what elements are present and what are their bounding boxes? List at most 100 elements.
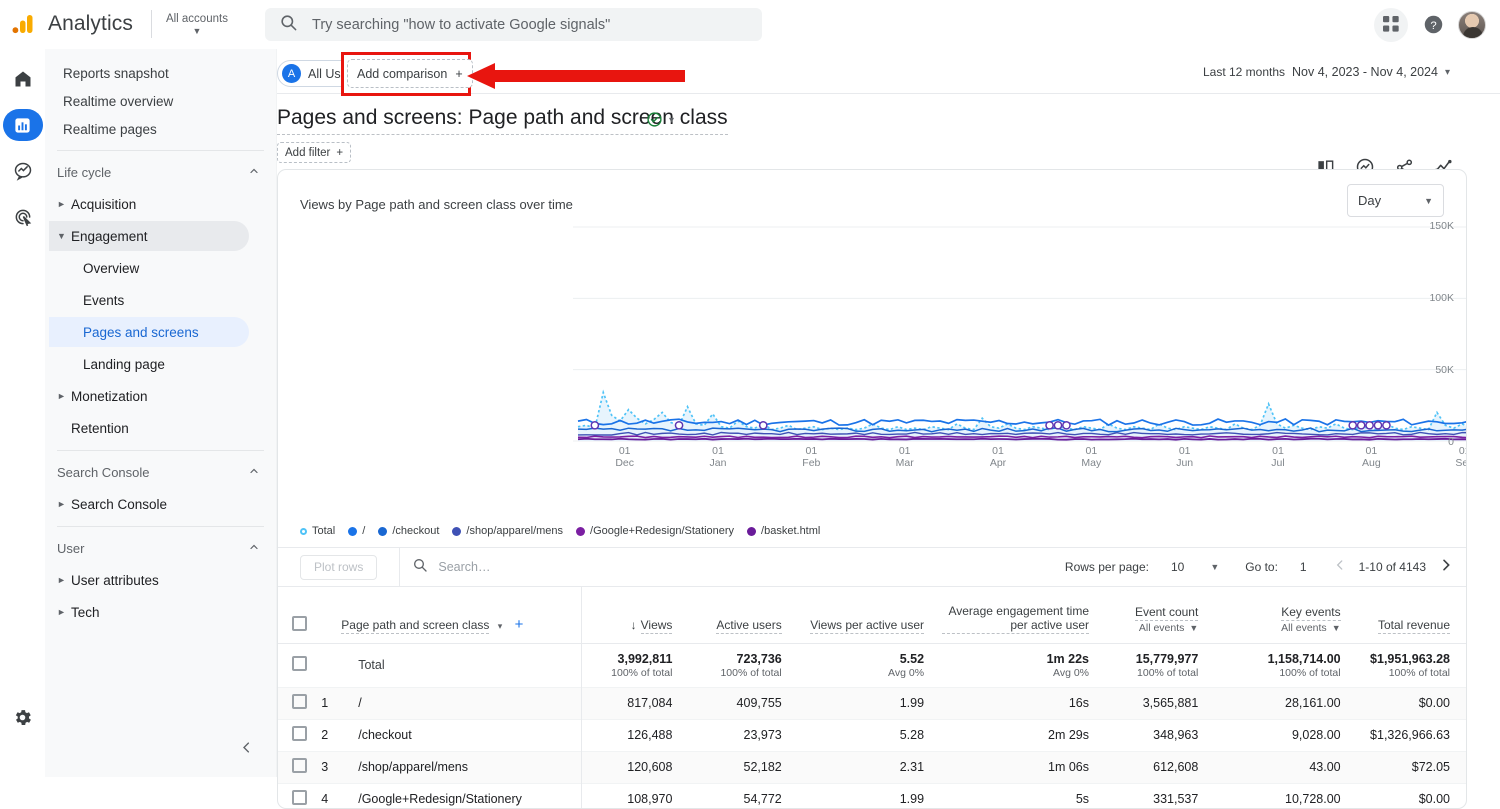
timeseries-chart[interactable]: 150K 100K 50K 0 01Dec01Jan01Feb01Mar01Ap… [278,225,1467,455]
next-page-button[interactable] [1438,557,1454,578]
x-tick-month: Mar [896,457,914,469]
account-selector[interactable]: All accounts ▼ [166,13,228,36]
column-header-views-per-active-user[interactable]: Views per active user [800,587,942,643]
row-dimension: /Google+Redesign/Stationery [352,783,581,809]
sidebar-item-label: Engagement [71,229,148,244]
column-header-event-count[interactable]: Event count All events▼ [1107,587,1216,643]
row-checkbox[interactable] [292,656,307,671]
sidebar-item-monetization[interactable]: ► Monetization [49,381,249,411]
google-analytics-logo [0,12,46,36]
column-header-key-events[interactable]: Key events All events▼ [1216,587,1358,643]
legend-item[interactable]: /basket.html [747,525,820,537]
dimension-header-cell: Page path and screen class ▾ + [321,587,581,643]
triangle-right-icon: ► [57,607,71,617]
table-row[interactable]: 2/checkout126,48823,9735.282m 29s348,963… [278,719,1467,751]
sidebar-item-label: Realtime pages [63,122,157,137]
sidebar-item-overview[interactable]: Overview [49,253,249,283]
add-comparison-button[interactable]: Add comparison + [347,59,473,88]
column-header-views[interactable]: ↓Views [581,587,690,643]
sidebar-group-life-cycle[interactable]: Life cycle [45,157,276,187]
reports-icon[interactable] [3,109,43,141]
cell-value: 1,158,714.00 [1268,652,1341,666]
total-cell: $1,951,963.28100% of total [1359,643,1467,687]
sidebar-item-user-attributes[interactable]: ► User attributes [49,565,249,595]
sidebar-item-engagement[interactable]: ▼ Engagement [49,221,249,251]
check-circle-icon[interactable] [646,111,663,133]
legend-item[interactable]: /shop/apparel/mens [452,525,563,537]
add-filter-button[interactable]: Add filter + [277,142,351,163]
legend-label: /basket.html [761,525,820,537]
dimension-header-label[interactable]: Page path and screen class [341,618,489,634]
sidebar: Reports snapshot Realtime overview Realt… [45,49,277,777]
sidebar-item-realtime-overview[interactable]: Realtime overview [51,87,270,115]
table-row[interactable]: 1/817,084409,7551.9916s3,565,88128,161.0… [278,687,1467,719]
chevron-down-icon[interactable]: ▼ [1189,623,1198,633]
legend-item[interactable]: Total [300,525,335,537]
gear-icon[interactable] [3,701,43,733]
legend-item[interactable]: /checkout [378,525,439,537]
chevron-down-icon[interactable]: ▼ [1210,562,1219,572]
dimension-dropdown-caret[interactable]: ▾ [498,621,503,631]
table-row[interactable]: 4/Google+Redesign/Stationery108,97054,77… [278,783,1467,809]
column-label: Event count [1135,605,1198,621]
table-row[interactable]: 3/shop/apparel/mens120,60852,1822.311m 0… [278,751,1467,783]
x-tick-day: 01 [1459,445,1467,457]
x-tick-label: 01Sep [1445,445,1467,469]
x-tick-month: May [1081,457,1101,469]
home-icon[interactable] [3,63,43,95]
legend-item[interactable]: /Google+Redesign/Stationery [576,525,734,537]
column-header-active-users[interactable]: Active users [690,587,799,643]
row-metric: 2.31 [800,751,942,783]
column-header-avg-engagement-time[interactable]: Average engagement time per active user [942,587,1107,643]
cell-subvalue: 100% of total [1359,667,1450,679]
explore-icon[interactable] [3,155,43,187]
triangle-right-icon: ► [57,391,71,401]
apps-grid-icon[interactable] [1374,8,1408,42]
date-range-selector[interactable]: Last 12 months Nov 4, 2023 - Nov 4, 2024… [1203,65,1450,79]
sidebar-item-events[interactable]: Events [49,285,249,315]
comparison-row: A All Users Add comparison + Last 12 mon… [277,49,1500,93]
sidebar-item-acquisition[interactable]: ► Acquisition [49,189,249,219]
sidebar-item-label: Overview [83,261,139,276]
help-icon[interactable]: ? [1416,8,1450,42]
sidebar-item-search-console[interactable]: ► Search Console [49,489,249,519]
column-label: Views per active user [810,618,924,634]
row-checkbox[interactable] [292,790,307,805]
sidebar-item-reports-snapshot[interactable]: Reports snapshot [51,59,270,87]
select-all-checkbox[interactable] [292,616,307,631]
legend-item[interactable]: / [348,525,365,537]
goto-page-input[interactable]: 1 [1300,560,1307,574]
pagination-range: 1-10 of 4143 [1359,560,1426,574]
plot-rows-button[interactable]: Plot rows [300,555,377,580]
title-dropdown-caret[interactable]: ▾ [669,115,674,126]
table-search[interactable]: Search… [399,547,490,587]
rows-per-page-value[interactable]: 10 [1171,560,1184,574]
granularity-select[interactable]: Day ▼ [1347,184,1444,217]
advertising-icon[interactable] [3,201,43,233]
sidebar-item-landing-page[interactable]: Landing page [49,349,249,379]
sidebar-item-realtime-pages[interactable]: Realtime pages [51,115,270,143]
row-metric: 409,755 [690,687,799,719]
sidebar-group-search-console[interactable]: Search Console [45,457,276,487]
x-tick-day: 01 [1085,445,1097,457]
chart-title: Views by Page path and screen class over… [300,197,573,212]
collapse-sidebar-button[interactable] [232,733,260,761]
sidebar-item-tech[interactable]: ► Tech [49,597,249,627]
sidebar-group-user[interactable]: User [45,533,276,563]
sidebar-item-pages-and-screens[interactable]: Pages and screens [49,317,249,347]
chevron-down-icon[interactable]: ▼ [1332,623,1341,633]
x-tick-day: 01 [619,445,631,457]
table-header-row: Page path and screen class ▾ + ↓Views Ac… [278,587,1467,643]
row-metric: 2m 29s [942,719,1107,751]
avatar[interactable] [1458,11,1486,39]
search-input[interactable]: Try searching "how to activate Google si… [265,8,762,41]
previous-page-button[interactable] [1333,558,1347,576]
row-dimension: /shop/apparel/mens [352,751,581,783]
row-checkbox[interactable] [292,694,307,709]
add-dimension-button[interactable]: + [515,616,524,633]
row-checkbox[interactable] [292,726,307,741]
row-checkbox[interactable] [292,758,307,773]
sidebar-item-retention[interactable]: Retention [49,413,249,443]
column-header-total-revenue[interactable]: Total revenue [1359,587,1467,643]
svg-text:?: ? [1430,20,1436,32]
